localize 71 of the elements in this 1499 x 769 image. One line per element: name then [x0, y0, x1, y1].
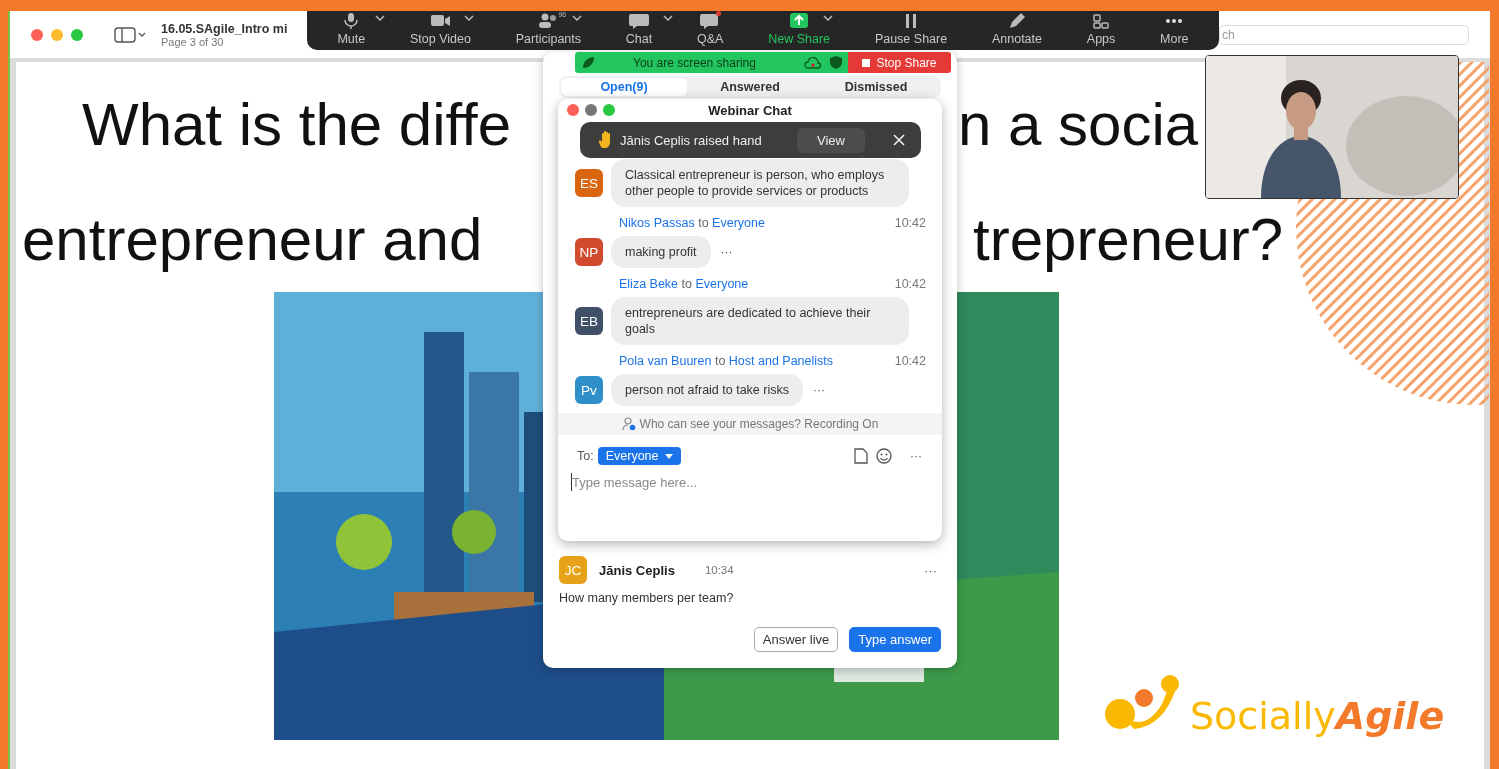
file-icon[interactable] — [854, 448, 868, 464]
slide-title-text: trepreneur? — [973, 205, 1284, 275]
caret-icon — [664, 453, 673, 459]
avatar: Pv — [575, 376, 603, 404]
notification-text: Jānis Ceplis raised hand — [620, 132, 762, 148]
chat-icon[interactable] — [627, 13, 652, 29]
shield-icon — [830, 56, 842, 69]
document-title: 16.05.SAgile_Intro mi — [161, 21, 288, 36]
message-bubble: person not afraid to take risks — [611, 374, 803, 406]
toolbar-button[interactable]: Chat — [623, 32, 655, 46]
toolbar-button[interactable]: Pause Share — [872, 32, 950, 46]
stop-share-button[interactable]: Stop Share — [848, 52, 951, 73]
toolbar-button[interactable]: Apps — [1084, 32, 1118, 46]
answer-live-button[interactable]: Answer live — [753, 627, 839, 652]
window-controls-icon[interactable] — [567, 104, 617, 116]
emoji-icon[interactable] — [876, 448, 892, 464]
question-text: How many members per team? — [559, 591, 735, 605]
message-bubble: entrepreneurs are dedicated to achieve their goals — [611, 297, 909, 345]
caret-icon[interactable] — [572, 15, 583, 21]
message-time: 10:42 — [894, 216, 926, 231]
tab[interactable]: Answered — [687, 78, 813, 96]
toolbar-button[interactable]: Q&A — [695, 32, 726, 46]
tab[interactable]: Dismissed — [813, 78, 939, 96]
message-sender: Eliza Beke to Everyone — [619, 277, 749, 292]
search-field[interactable]: ch — [1219, 25, 1469, 45]
message-bubble: making profit — [611, 236, 711, 268]
toolbar-button[interactable]: Annotate — [989, 32, 1044, 46]
slide-title-text: entrepreneur and — [22, 206, 483, 273]
message-bubble: Classical entrepreneur is person, who employs other people to provide services or products — [611, 159, 909, 207]
message-time: 10:42 — [894, 354, 926, 369]
avatar: EB — [575, 307, 603, 335]
avatar: JC — [559, 556, 587, 584]
toolbar-button[interactable]: Stop Video — [408, 32, 473, 46]
more-button[interactable]: ··· — [906, 449, 926, 463]
message-sender: Pola van Buuren to Host and Panelists — [619, 354, 834, 369]
visibility-notice: Who can see your messages? Recording On — [639, 417, 879, 431]
asker-name: Jānis Ceplis — [599, 562, 675, 578]
toolbar-button[interactable]: Participants — [513, 32, 584, 46]
recipient-label: To: — [577, 449, 594, 463]
message-sender: Nikos Passas to Everyone — [619, 216, 765, 231]
window-controls-icon[interactable] — [30, 27, 86, 42]
toolbar-button[interactable]: Mute — [335, 32, 368, 46]
sidebar-icon[interactable] — [114, 26, 146, 43]
camera-icon[interactable] — [428, 13, 453, 29]
toolbar-button[interactable]: More — [1158, 32, 1191, 46]
more-button[interactable]: ··· — [920, 562, 941, 578]
person-icon — [621, 417, 636, 431]
caret-icon[interactable] — [375, 15, 386, 21]
tab[interactable]: Open(9) — [561, 78, 687, 96]
more-button[interactable]: ··· — [809, 383, 829, 397]
close-icon[interactable] — [893, 134, 905, 146]
logo-wordmark: SociallyAgile — [1190, 694, 1445, 738]
toolbar-button[interactable]: New Share — [766, 32, 833, 46]
caret-icon[interactable] — [663, 15, 674, 21]
window-title: Webinar Chat — [708, 102, 792, 118]
caret-icon[interactable] — [464, 15, 475, 21]
leaf-icon — [581, 55, 595, 70]
slide-title-text: What is the diffe — [82, 91, 512, 158]
type-answer-button[interactable]: Type answer — [849, 627, 941, 652]
avatar: ES — [575, 169, 603, 197]
slide-title-text: n a socia — [958, 90, 1199, 160]
page-indicator: Page 3 of 30 — [161, 35, 224, 48]
question-time: 10:34 — [704, 564, 734, 576]
view-button[interactable]: View — [797, 127, 865, 153]
more-button[interactable]: ··· — [716, 245, 737, 259]
sharing-status-text: You are screen sharing — [633, 55, 756, 70]
message-time: 10:42 — [894, 277, 926, 292]
caret-icon[interactable] — [823, 15, 834, 21]
avatar: NP — [575, 238, 603, 266]
cloud-icon — [804, 56, 822, 69]
recipient-dropdown[interactable]: Everyone — [597, 447, 681, 465]
